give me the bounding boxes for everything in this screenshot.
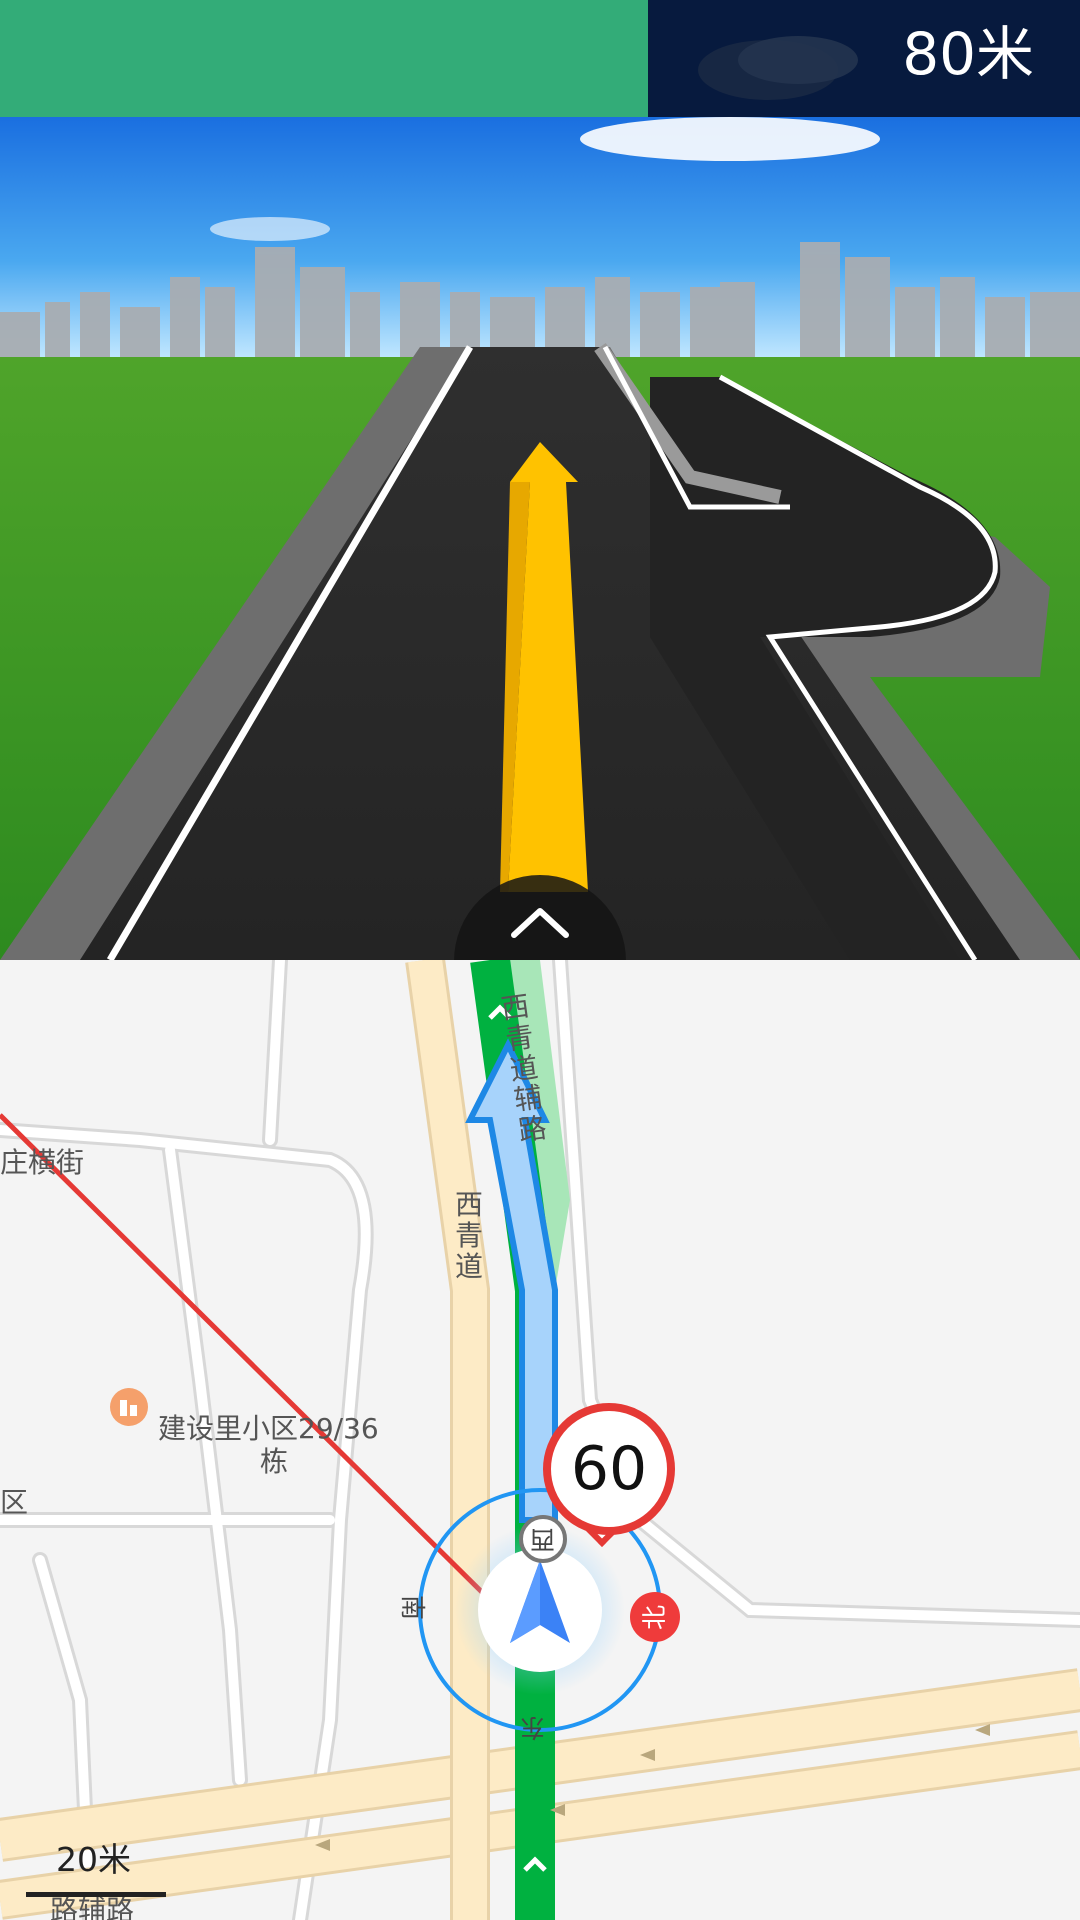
building-glyph-icon: [120, 1400, 137, 1416]
poi-name[interactable]: 建设里小区29/36: [158, 1413, 379, 1445]
scale-bar: [26, 1892, 166, 1897]
junction-view: [0, 117, 1080, 960]
route-progress: [0, 0, 648, 117]
compass-north: 北: [630, 1592, 680, 1642]
street-label-xiqingdao: 西青道: [455, 1188, 484, 1283]
junction-illustration: [0, 117, 1080, 960]
scale-label: 20米: [56, 1840, 131, 1879]
street-label-lu-fu-lu: 路辅路: [50, 1894, 135, 1920]
building-icon[interactable]: [110, 1388, 148, 1426]
compass-west: 西: [519, 1515, 567, 1563]
guidance-bar: 80米: [0, 0, 1080, 117]
street-label-edge: 区: [0, 1486, 29, 1519]
speed-limit-badge: 60: [543, 1403, 675, 1535]
map-view[interactable]: 庄横街 西青道辅路 西青道 路辅路 区 建设里小区29/36 栋 西 北 南 东: [0, 960, 1080, 1920]
distance-to-turn: 80米: [902, 20, 1034, 88]
poi-name-line2[interactable]: 栋: [260, 1446, 288, 1478]
street-label-zhuang-heng-jie: 庄横街: [0, 1146, 85, 1179]
